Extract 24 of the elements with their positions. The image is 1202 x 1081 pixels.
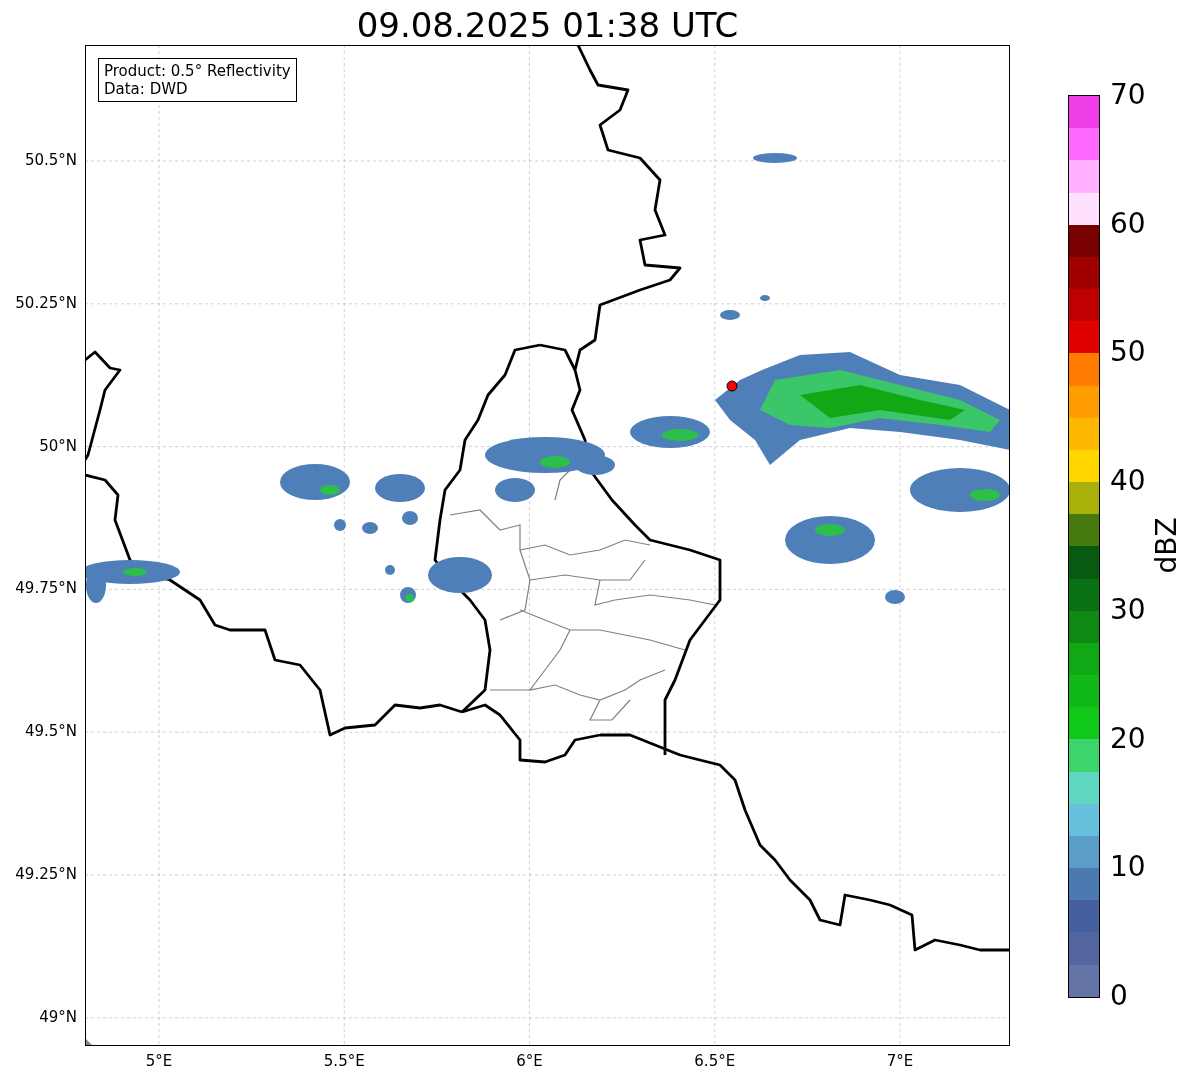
latitude-label: 50.25°N <box>15 293 77 312</box>
longitude-label: 6.5°E <box>694 1052 736 1070</box>
latitude-label: 49.75°N <box>15 579 77 598</box>
latitude-label: 49°N <box>39 1007 77 1026</box>
longitude-label: 5°E <box>145 1052 173 1070</box>
longitude-label: 5.5°E <box>323 1052 365 1070</box>
colorbar-tick-label: 0 <box>1110 979 1128 1013</box>
info-text: Product: 0.5° Reflectivity <box>104 62 291 80</box>
latitude-label: 49.25°N <box>15 865 77 883</box>
colorbar-tick-label: 50 <box>1110 335 1146 370</box>
map-title: 09.08.2025 01:38 UTC <box>355 4 740 45</box>
colorbar-label: dBZ <box>1149 517 1183 574</box>
colorbar-tick-label: 70 <box>1110 78 1146 112</box>
colorbar-tick-label: 60 <box>1110 206 1146 241</box>
colorbar-tick-label: 20 <box>1110 721 1146 756</box>
colorbar-tick-label: 40 <box>1110 464 1146 499</box>
latitude-label: 49.5°N <box>24 722 77 741</box>
info-text: Data: DWD <box>104 80 189 98</box>
longitude-label: 7°E <box>886 1052 914 1070</box>
longitude-label: 6°E <box>516 1052 543 1070</box>
latitude-label: 50.5°N <box>24 151 77 169</box>
colorbar-tick-label: 10 <box>1110 850 1146 885</box>
latitude-label: 50°N <box>39 436 77 455</box>
colorbar-tick-label: 30 <box>1110 592 1146 627</box>
